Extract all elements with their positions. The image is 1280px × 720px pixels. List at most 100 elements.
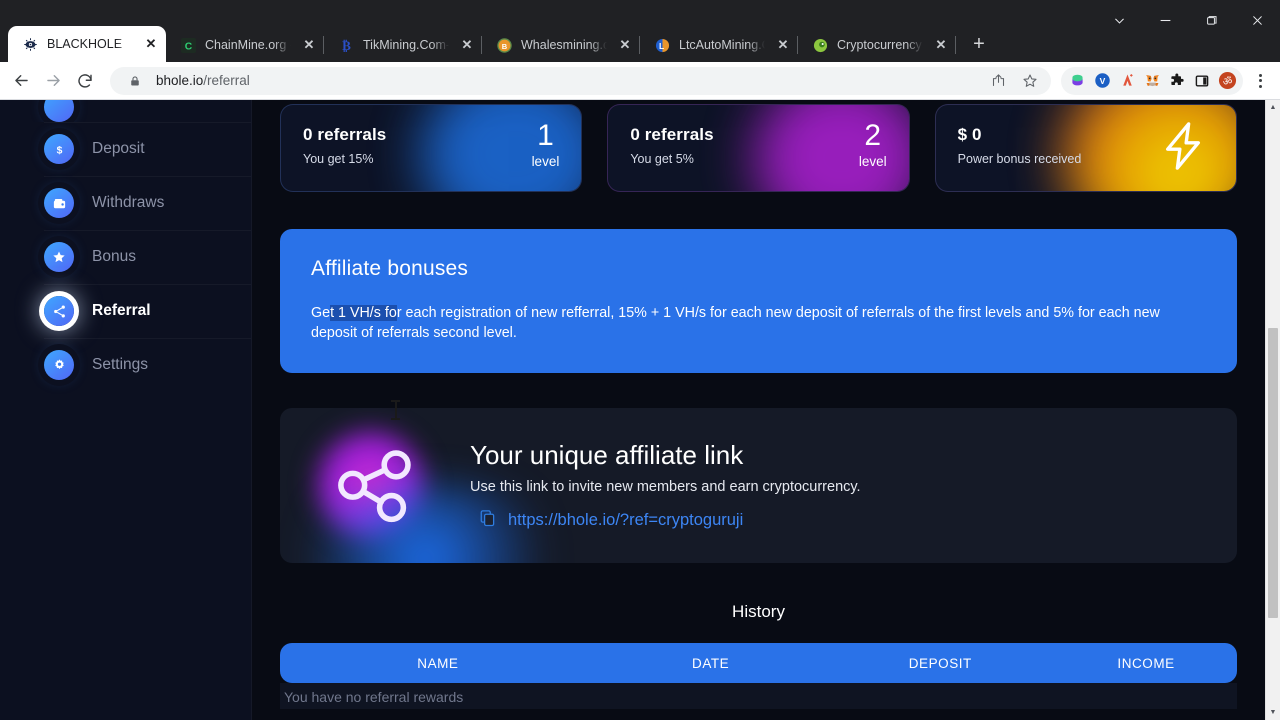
kebab-dot: [1258, 73, 1262, 77]
card-title: 0 referrals: [630, 125, 714, 144]
card-level: 2 level: [858, 119, 887, 170]
affiliate-link-url[interactable]: https://bhole.io/?ref=cryptoguruji: [508, 511, 743, 530]
column-header-deposit: DEPOSIT: [908, 655, 972, 671]
sidebar-item-label: Bonus: [92, 248, 136, 265]
minimize-icon[interactable]: [1142, 0, 1188, 40]
card-level-value: 2: [864, 119, 882, 152]
address-text: bhole.io/referral: [156, 73, 977, 88]
gear-icon: [44, 350, 74, 380]
lock-icon[interactable]: [124, 70, 146, 92]
column-header-income: INCOME: [1117, 655, 1175, 671]
affiliate-link-heading: Your unique affiliate link: [470, 439, 744, 470]
address-path: /referral: [203, 73, 250, 88]
sidebar-item-label: Settings: [92, 356, 149, 373]
lightning-bolt-icon: [1156, 119, 1210, 178]
tab-close-button[interactable]: ✕: [932, 36, 950, 54]
affiliate-link-text: Your unique affiliate link Use this link…: [470, 440, 861, 532]
kebab-dot: [1258, 84, 1262, 88]
page-scrollbar[interactable]: ▲ ▼: [1265, 100, 1280, 720]
share-nodes-icon: [44, 296, 74, 326]
sidebar-item-label: Withdraws: [92, 194, 165, 211]
card-level-unit: level: [858, 154, 887, 169]
tab-search-chevron-icon[interactable]: [1096, 0, 1142, 40]
banner-text-before: Ge: [311, 305, 331, 321]
referral-level-2-card: 0 referrals You get 5% 2 level: [607, 104, 910, 192]
referral-stat-cards: 0 referrals You get 15% 1 level 0 referr…: [280, 100, 1237, 192]
tab-whalesmining[interactable]: B Whalesmining.com ✕: [482, 28, 640, 62]
tab-title: Cryptocurrency Pric: [837, 38, 923, 52]
close-icon[interactable]: [1234, 0, 1280, 40]
chainmine-c-icon: C: [180, 37, 196, 53]
tab-ltcautomining[interactable]: L LtcAutoMining.Com ✕: [640, 28, 798, 62]
kebab-menu-icon[interactable]: [1248, 67, 1272, 95]
vpn-v-extension-icon[interactable]: V: [1091, 70, 1113, 92]
page-viewport: $ Deposit Withdraws Bonus Referral Setti…: [0, 100, 1280, 720]
dollar-icon: $: [44, 134, 74, 164]
banner-text-after: r each registration of new refferral, 15…: [311, 305, 1160, 341]
address-domain: bhole.io: [156, 73, 204, 88]
svg-text:ॐ: ॐ: [1222, 76, 1232, 88]
card-level: 1 level: [532, 121, 560, 170]
affiliate-bonuses-banner: Affiliate bonuses Get 1 VH/s for each re…: [280, 229, 1237, 374]
affiliate-link-subheading: Use this link to invite new members and …: [470, 478, 861, 495]
affiliate-link-row: https://bhole.io/?ref=cryptoguruji: [470, 509, 861, 532]
svg-text:$: $: [56, 145, 62, 156]
sidebar-item-bonus[interactable]: Bonus: [0, 230, 251, 284]
wallet-icon: [44, 188, 74, 218]
sidebar-item-referral[interactable]: Referral: [0, 284, 251, 338]
profile-om-avatar[interactable]: ॐ: [1216, 70, 1238, 92]
whalesmining-b-icon: B: [496, 37, 512, 53]
tab-close-button[interactable]: ✕: [142, 35, 160, 53]
scroll-up-arrow-icon[interactable]: ▲: [1266, 100, 1280, 115]
scroll-down-arrow-icon[interactable]: ▼: [1266, 705, 1280, 720]
sidebar-item-deposit[interactable]: $ Deposit: [0, 122, 251, 176]
affiliate-link-card: Your unique affiliate link Use this link…: [280, 408, 1237, 564]
card-subtitle: You get 5%: [630, 152, 694, 166]
card-title: 0 referrals: [303, 125, 387, 144]
tab-tikmining[interactable]: ₿ TikMining.Com-Min ✕: [324, 28, 482, 62]
sidebar-item-settings[interactable]: Settings: [0, 338, 251, 392]
reload-icon[interactable]: [70, 66, 100, 96]
wallet-extension-icon[interactable]: [1066, 70, 1088, 92]
tab-close-button[interactable]: ✕: [774, 36, 792, 54]
puzzle-extensions-icon[interactable]: [1166, 70, 1188, 92]
maximize-icon[interactable]: [1188, 0, 1234, 40]
tab-close-button[interactable]: ✕: [300, 36, 318, 54]
autofill-a-extension-icon[interactable]: [1116, 70, 1138, 92]
bhole-referral-page: $ Deposit Withdraws Bonus Referral Setti…: [0, 100, 1265, 720]
share-icon[interactable]: [987, 70, 1009, 92]
kebab-dot: [1258, 79, 1262, 82]
sidebar-item-partial[interactable]: [0, 100, 251, 122]
back-arrow-icon[interactable]: [6, 66, 36, 96]
card-glow: [1060, 105, 1236, 191]
forward-arrow-icon[interactable]: [38, 66, 68, 96]
tab-close-button[interactable]: ✕: [458, 36, 476, 54]
sidepanel-icon[interactable]: [1191, 70, 1213, 92]
column-header-name: NAME: [417, 655, 459, 671]
address-bar[interactable]: bhole.io/referral: [110, 66, 1051, 95]
bookmark-star-icon[interactable]: [1019, 70, 1041, 92]
svg-text:V: V: [1099, 76, 1105, 86]
banner-text-selection: t 1 VH/s fo: [330, 305, 397, 321]
scrollbar-thumb[interactable]: [1268, 328, 1278, 618]
share-nodes-icon: [280, 440, 470, 532]
history-table: NAME DATE DEPOSIT INCOME You have no ref…: [280, 643, 1237, 710]
banner-heading: Affiliate bonuses: [311, 257, 469, 280]
browser-window: BLACKHOLE ✕ C ChainMine.org - Mi ✕ ₿: [0, 0, 1280, 720]
partial-icon: [44, 100, 74, 122]
referral-level-1-card: 0 referrals You get 15% 1 level: [280, 104, 583, 192]
tab-title: TikMining.Com-Min: [363, 38, 449, 52]
coingecko-icon: [812, 37, 828, 53]
tab-chainmine[interactable]: C ChainMine.org - Mi ✕: [166, 28, 324, 62]
bitcoin-b-icon: ₿: [338, 37, 354, 53]
sidebar-item-label: Referral: [92, 302, 151, 319]
banner-text[interactable]: Get 1 VH/s for each registration of new …: [311, 304, 1206, 343]
tab-blackhole[interactable]: BLACKHOLE ✕: [8, 26, 166, 62]
tab-cryptocurrency-prices[interactable]: Cryptocurrency Pric ✕: [798, 28, 956, 62]
copy-icon[interactable]: [479, 509, 497, 532]
new-tab-button[interactable]: +: [964, 29, 994, 59]
sidebar-item-label: Deposit: [92, 140, 145, 157]
sidebar-item-withdraws[interactable]: Withdraws: [0, 176, 251, 230]
tab-close-button[interactable]: ✕: [616, 36, 634, 54]
metamask-fox-icon[interactable]: [1141, 70, 1163, 92]
